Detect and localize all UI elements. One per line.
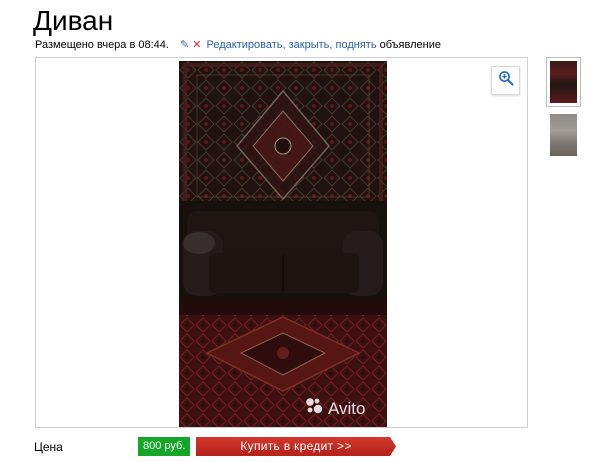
thumbnail-image [550,114,577,156]
watermark-text: Avito [328,398,366,418]
avito-watermark: Avito [305,397,366,420]
thumbnail-image [550,61,577,103]
actions-suffix: объявление [376,39,441,51]
pencil-icon[interactable]: ✎ [180,39,189,51]
avito-logo-icon [305,397,325,420]
photo-image [179,61,387,427]
main-photo[interactable] [179,61,387,427]
thumbnail-1[interactable] [546,57,581,107]
zoom-in-icon [498,70,514,91]
close-icon[interactable]: ✕ [192,39,201,51]
thumbnail-2[interactable] [546,110,581,160]
price-badge: 800 руб. [138,437,191,456]
listing-meta: Размещено вчера в 08:44. ✎ ✕ Редактироват… [35,38,441,52]
posted-date: Размещено вчера в 08:44. [35,39,169,51]
price-label: Цена [34,440,63,454]
page-title: Диван [33,5,114,36]
zoom-button[interactable] [491,66,520,95]
buy-on-credit-button[interactable]: Купить в кредит >> [196,437,396,456]
edit-listing-link[interactable]: Редактировать, закрыть, поднять [207,39,377,51]
